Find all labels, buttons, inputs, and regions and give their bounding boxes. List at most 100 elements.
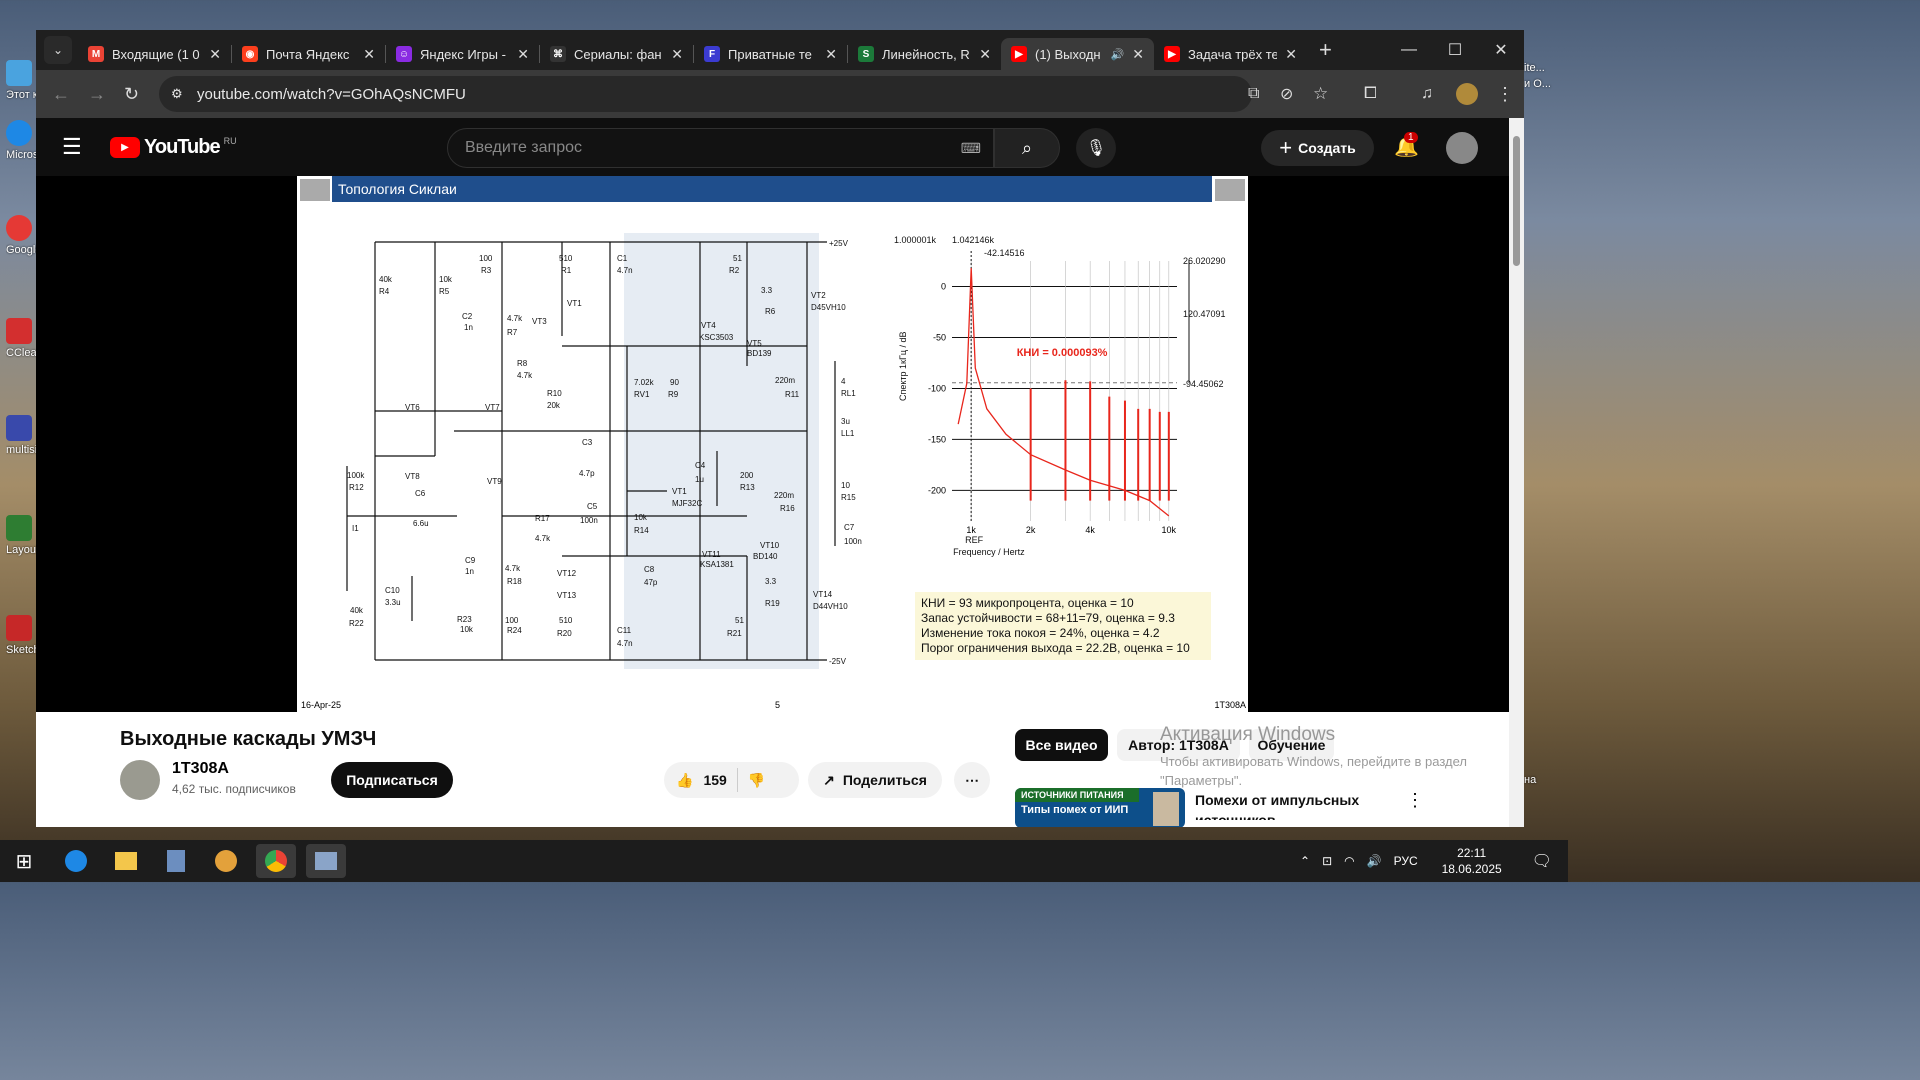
voice-search-button[interactable]: 🎙	[1076, 128, 1116, 168]
extensions-icon[interactable]: ⧠	[1364, 85, 1377, 103]
forward-button[interactable]: →	[88, 84, 106, 105]
taskbar-chrome[interactable]	[256, 844, 296, 878]
component-label: 10k	[460, 625, 474, 634]
youtube-logo[interactable]: ▶ YouTube RU	[110, 136, 237, 159]
wifi-icon[interactable]: ◠	[1344, 854, 1354, 868]
tab-audio-icon[interactable]: 🔊	[1111, 48, 1125, 61]
youtube-icon: ▶	[1011, 46, 1027, 62]
component-label: 3.3	[761, 286, 773, 295]
search-input[interactable]: Введите запрос ⌨	[447, 128, 994, 168]
component-label: 220m	[775, 376, 795, 385]
network-icon[interactable]: ⊡	[1322, 854, 1332, 868]
media-controls-icon[interactable]: ♫	[1421, 85, 1433, 103]
site-info-icon[interactable]: ⚙	[171, 86, 183, 102]
schematic-shaded-region	[624, 233, 819, 669]
component-label: C9	[465, 556, 476, 565]
create-button[interactable]: + Создать	[1261, 130, 1374, 166]
profile-avatar[interactable]	[1456, 83, 1478, 105]
tab-close-icon[interactable]: ✕	[363, 46, 375, 63]
channel-avatar[interactable]	[120, 760, 160, 800]
more-actions-button[interactable]: ⋯	[954, 762, 990, 798]
page-scrollbar[interactable]	[1509, 118, 1524, 827]
tab-title: Приватные те	[728, 46, 812, 62]
component-label: VT14	[813, 590, 833, 599]
slide-title: Топология Сиклаи	[332, 176, 1212, 202]
volume-icon[interactable]: 🔊	[1367, 854, 1382, 868]
tab-7[interactable]: ▶ Задача трёх те ✕	[1154, 38, 1307, 70]
taskbar-calculator[interactable]	[156, 844, 196, 878]
like-button[interactable]: 👍 159	[676, 772, 727, 789]
maximize-button[interactable]: ☐	[1432, 30, 1478, 70]
install-app-icon[interactable]: ⧉	[1248, 85, 1259, 103]
close-window-button[interactable]: ✕	[1478, 30, 1524, 70]
share-button[interactable]: ↗ Поделиться	[808, 762, 942, 798]
rec-thumbnail[interactable]: ИСТОЧНИКИ ПИТАНИЯ Типы помех от ИИП	[1015, 788, 1185, 827]
video-player[interactable]: Топология Сиклаи +25V -25V 40k R4 10k R5…	[36, 176, 1509, 712]
tray-chevron-icon[interactable]: ⌃	[1300, 854, 1310, 868]
tab-5[interactable]: S Линейность, R ✕	[848, 38, 1001, 70]
subscribe-button[interactable]: Подписаться	[331, 762, 453, 798]
search-button[interactable]: ⌕	[994, 128, 1060, 168]
tab-1[interactable]: ◉ Почта Яндекс ✕	[232, 38, 385, 70]
desktop-icon-edge[interactable]: Microsoft Edge	[6, 120, 36, 163]
taskbar-app[interactable]	[306, 844, 346, 878]
eye-off-icon[interactable]: ⊘	[1280, 84, 1293, 104]
desktop-icon-ccleaner[interactable]: CCleaner	[6, 318, 36, 361]
back-button[interactable]: ←	[52, 84, 70, 105]
clock[interactable]: 22:11 18.06.2025	[1442, 845, 1502, 877]
tab-close-icon[interactable]: ✕	[1285, 46, 1297, 63]
tab-6[interactable]: ▶ (1) Выходн 🔊 ✕	[1001, 38, 1154, 70]
scrollbar-thumb[interactable]	[1513, 136, 1520, 266]
taskbar-edge[interactable]	[56, 844, 96, 878]
minimize-button[interactable]: —	[1386, 30, 1432, 70]
system-tray: ⌃ ⊡ ◠ 🔊 РУС 22:11 18.06.2025 🗨	[1300, 840, 1568, 882]
notification-center-icon[interactable]: 🗨	[1532, 851, 1552, 871]
tab-2[interactable]: ☺ Яндекс Игры - ✕	[386, 38, 539, 70]
filter-chip-all[interactable]: Все видео	[1015, 729, 1108, 761]
notifications-button[interactable]: 🔔 1	[1394, 132, 1419, 159]
tab-3[interactable]: ⌘ Сериалы: фан ✕	[540, 38, 693, 70]
language-indicator[interactable]: РУС	[1394, 854, 1418, 868]
tab-4[interactable]: F Приватные те ✕	[694, 38, 847, 70]
menu-icon[interactable]: ☰	[62, 134, 82, 160]
desktop-icon-layout[interactable]: Layout	[6, 515, 36, 558]
tab-search-button[interactable]: ⌄	[44, 36, 72, 64]
component-label: R17	[535, 514, 550, 523]
account-avatar[interactable]	[1446, 132, 1478, 164]
tab-close-icon[interactable]: ✕	[671, 46, 683, 63]
component-label: BD140	[753, 552, 778, 561]
address-bar[interactable]: ⚙ youtube.com/watch?v=GOhAQsNCMFU	[159, 76, 1252, 112]
desktop-icon-computer[interactable]: Этот компьютер	[6, 60, 36, 103]
rec-more-icon[interactable]: ⋮	[1406, 790, 1424, 811]
info-box: КНИ = 93 микропроцента, оценка = 10 Запа…	[915, 592, 1211, 660]
start-button[interactable]: ⊞	[4, 844, 44, 878]
component-label: C8	[644, 565, 655, 574]
desktop-icon-multisim[interactable]: multisim	[6, 415, 36, 458]
desktop-icon-sketch[interactable]: Sketch Layout	[6, 615, 36, 658]
chart-y-label: Спектр 1кГц / dB	[898, 331, 908, 401]
tab-close-icon[interactable]: ✕	[209, 46, 221, 63]
tab-close-icon[interactable]: ✕	[825, 46, 837, 63]
component-label: 51	[733, 254, 742, 263]
tab-0[interactable]: M Входящие (1 0 ✕	[78, 38, 231, 70]
taskbar-explorer[interactable]	[106, 844, 146, 878]
microphone-icon: 🎙	[1085, 140, 1107, 157]
dislike-button[interactable]: 👎	[748, 772, 765, 789]
new-tab-button[interactable]: +	[1319, 37, 1332, 63]
notification-badge: 1	[1404, 132, 1418, 143]
keyboard-icon[interactable]: ⌨	[961, 140, 981, 157]
bookmark-star-icon[interactable]: ☆	[1313, 84, 1328, 104]
taskbar-paint[interactable]	[206, 844, 246, 878]
slide-date: 16-Apr-25	[301, 700, 342, 710]
channel-name[interactable]: 1T308A	[172, 760, 229, 778]
tab-close-icon[interactable]: ✕	[1132, 46, 1144, 63]
browser-menu-icon[interactable]: ⋮	[1496, 84, 1514, 105]
component-label: R1	[561, 266, 572, 275]
reload-button[interactable]: ↻	[124, 84, 139, 105]
rec-title[interactable]: Помехи от импульсных источников	[1195, 790, 1370, 820]
windows-activation-text: Чтобы активировать Windows, перейдите в …	[1160, 754, 1467, 788]
tab-close-icon[interactable]: ✕	[517, 46, 529, 63]
tab-close-icon[interactable]: ✕	[979, 46, 991, 63]
thumbs-up-icon: 👍	[676, 771, 694, 788]
desktop-icon-chrome[interactable]: Google Chrome	[6, 215, 36, 258]
